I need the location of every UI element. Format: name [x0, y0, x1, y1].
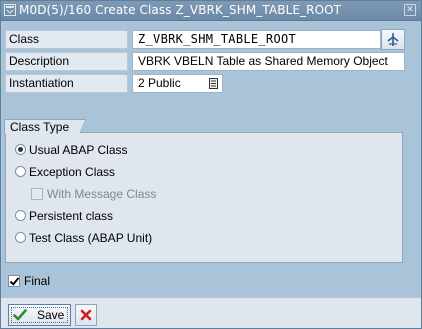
- with-message-class-checkbox: [31, 187, 43, 200]
- final-checkbox[interactable]: [8, 274, 20, 287]
- final-label: Final: [24, 274, 51, 288]
- radio-persistent-class[interactable]: Persistent class: [15, 208, 113, 224]
- save-button-label: Save: [37, 308, 65, 322]
- radio-label: Persistent class: [29, 209, 114, 223]
- instantiation-label: Instantiation: [5, 74, 128, 93]
- close-icon[interactable]: ✕: [404, 4, 416, 16]
- class-type-heading: Class Type: [4, 119, 87, 134]
- possible-entries-icon: [387, 33, 399, 46]
- with-message-class-checkbox-row: With Message Class: [31, 186, 156, 202]
- radio-button[interactable]: [15, 232, 26, 244]
- green-check-icon: [13, 309, 27, 321]
- radio-button[interactable]: [15, 166, 26, 178]
- class-type-group: Usual ABAP Class Exception Class With Me…: [5, 132, 403, 263]
- window-title: M0D(5)/160 Create Class Z_VBRK_SHM_TABLE…: [19, 3, 342, 17]
- radio-button-selected[interactable]: [15, 144, 26, 156]
- final-checkbox-row[interactable]: Final: [8, 273, 50, 289]
- checkbox-label: With Message Class: [47, 187, 157, 201]
- title-bar: M0D(5)/160 Create Class Z_VBRK_SHM_TABLE…: [1, 1, 421, 21]
- radio-usual-abap-class[interactable]: Usual ABAP Class: [15, 142, 128, 158]
- radio-test-class[interactable]: Test Class (ABAP Unit): [15, 230, 152, 246]
- radio-button[interactable]: [15, 210, 26, 222]
- description-label: Description: [5, 52, 128, 71]
- class-label: Class: [5, 30, 128, 49]
- window-icon[interactable]: [4, 4, 16, 16]
- create-class-dialog: M0D(5)/160 Create Class Z_VBRK_SHM_TABLE…: [0, 0, 422, 329]
- radio-label: Usual ABAP Class: [29, 143, 128, 157]
- red-x-icon: [80, 309, 92, 321]
- save-button[interactable]: Save: [8, 304, 71, 326]
- radio-label: Test Class (ABAP Unit): [29, 231, 153, 245]
- radio-label: Exception Class: [29, 165, 116, 179]
- button-bar: Save: [1, 297, 421, 328]
- cancel-button[interactable]: [75, 304, 97, 326]
- instantiation-dropdown[interactable]: 2 Public: [132, 74, 223, 93]
- dropdown-list-icon[interactable]: [209, 78, 218, 89]
- radio-exception-class[interactable]: Exception Class: [15, 164, 115, 180]
- class-name-field[interactable]: Z_VBRK_SHM_TABLE_ROOT: [132, 30, 381, 49]
- description-field[interactable]: VBRK VBELN Table as Shared Memory Object: [132, 52, 405, 71]
- instantiation-value: 2 Public: [138, 76, 181, 90]
- possible-entries-button[interactable]: [381, 29, 405, 50]
